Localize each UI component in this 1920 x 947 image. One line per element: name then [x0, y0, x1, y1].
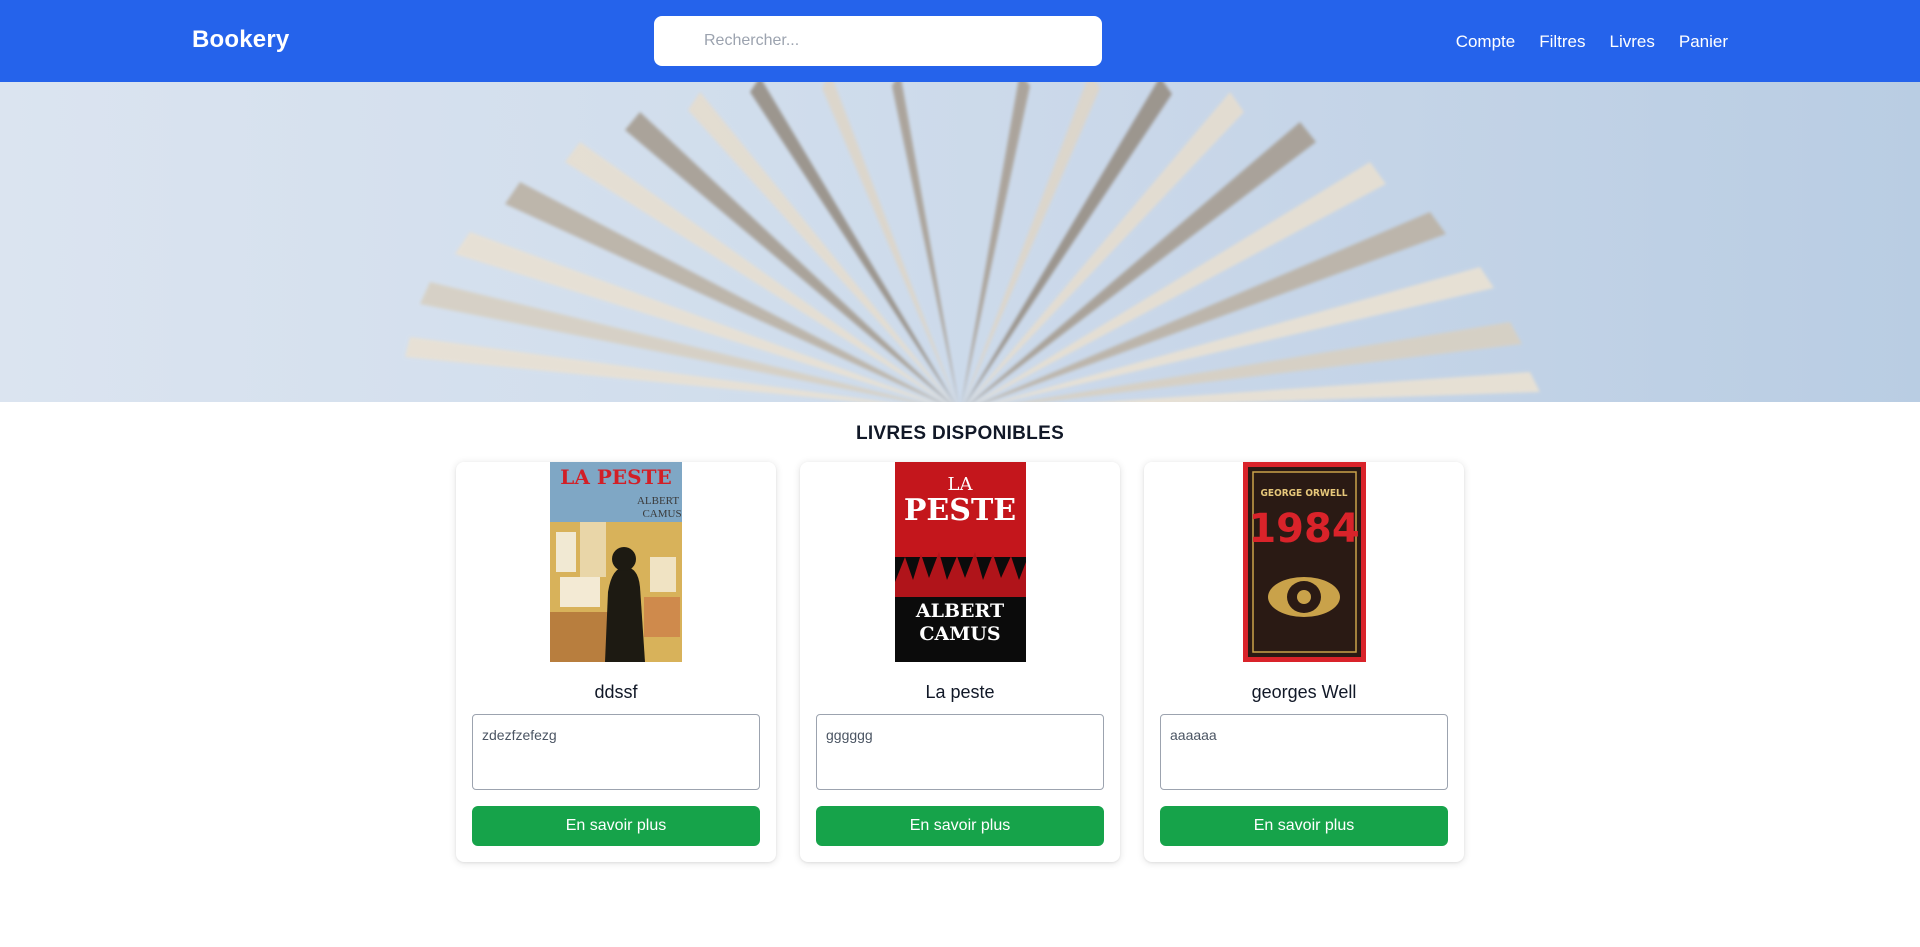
- book-cover-image[interactable]: LA PESTE ALBERT CAMUS: [550, 462, 682, 662]
- book-description-field[interactable]: aaaaaa: [1160, 714, 1448, 790]
- book-title: ddssf: [594, 682, 638, 702]
- nav-link-livres[interactable]: Livres: [1610, 32, 1655, 52]
- cover-title: 1984: [1248, 506, 1359, 552]
- cover-title: LA PESTE: [560, 465, 671, 489]
- cover-author: GEORGE ORWELL: [1261, 488, 1348, 499]
- book-cover-image[interactable]: LA PESTE ALBERT CAMUS: [895, 462, 1026, 662]
- book-card: LA PESTE ALBERT CAMUS ddssf zdezfzefezg …: [456, 462, 776, 862]
- cover-author: CAMUS: [919, 623, 1000, 645]
- book-title: La peste: [925, 682, 995, 702]
- learn-more-button[interactable]: En savoir plus: [816, 806, 1104, 846]
- book-card: LA PESTE ALBERT CAMUS La peste gggggg En…: [800, 462, 1120, 862]
- section-title: LIVRES DISPONIBLES: [855, 423, 1065, 444]
- navbar: Bookery Compte Filtres Livres Panier: [0, 0, 1920, 82]
- cover-title: PESTE: [904, 493, 1016, 528]
- book-cover-image[interactable]: GEORGE ORWELL 1984: [1243, 462, 1366, 662]
- nav-links: Compte Filtres Livres Panier: [1456, 32, 1728, 52]
- hero-banner-image: [0, 82, 1920, 402]
- nav-link-panier[interactable]: Panier: [1679, 32, 1728, 52]
- book-description-field[interactable]: gggggg: [816, 714, 1104, 790]
- brand-logo[interactable]: Bookery: [192, 26, 289, 54]
- cover-title-top: LA: [948, 474, 974, 495]
- cover-author: CAMUS: [642, 508, 681, 520]
- nav-link-filtres[interactable]: Filtres: [1539, 32, 1585, 52]
- book-description-field[interactable]: zdezfzefezg: [472, 714, 760, 790]
- nav-link-compte[interactable]: Compte: [1456, 32, 1516, 52]
- learn-more-button[interactable]: En savoir plus: [472, 806, 760, 846]
- cover-author: ALBERT: [915, 600, 1004, 622]
- cover-author: ALBERT: [637, 495, 679, 507]
- search-input[interactable]: [654, 16, 1102, 66]
- learn-more-button[interactable]: En savoir plus: [1160, 806, 1448, 846]
- book-card: GEORGE ORWELL 1984 georges Well aaaaaa E…: [1144, 462, 1464, 862]
- book-title: georges Well: [1251, 682, 1357, 702]
- open-book-illustration: [405, 82, 1540, 402]
- search-box: [654, 16, 1102, 66]
